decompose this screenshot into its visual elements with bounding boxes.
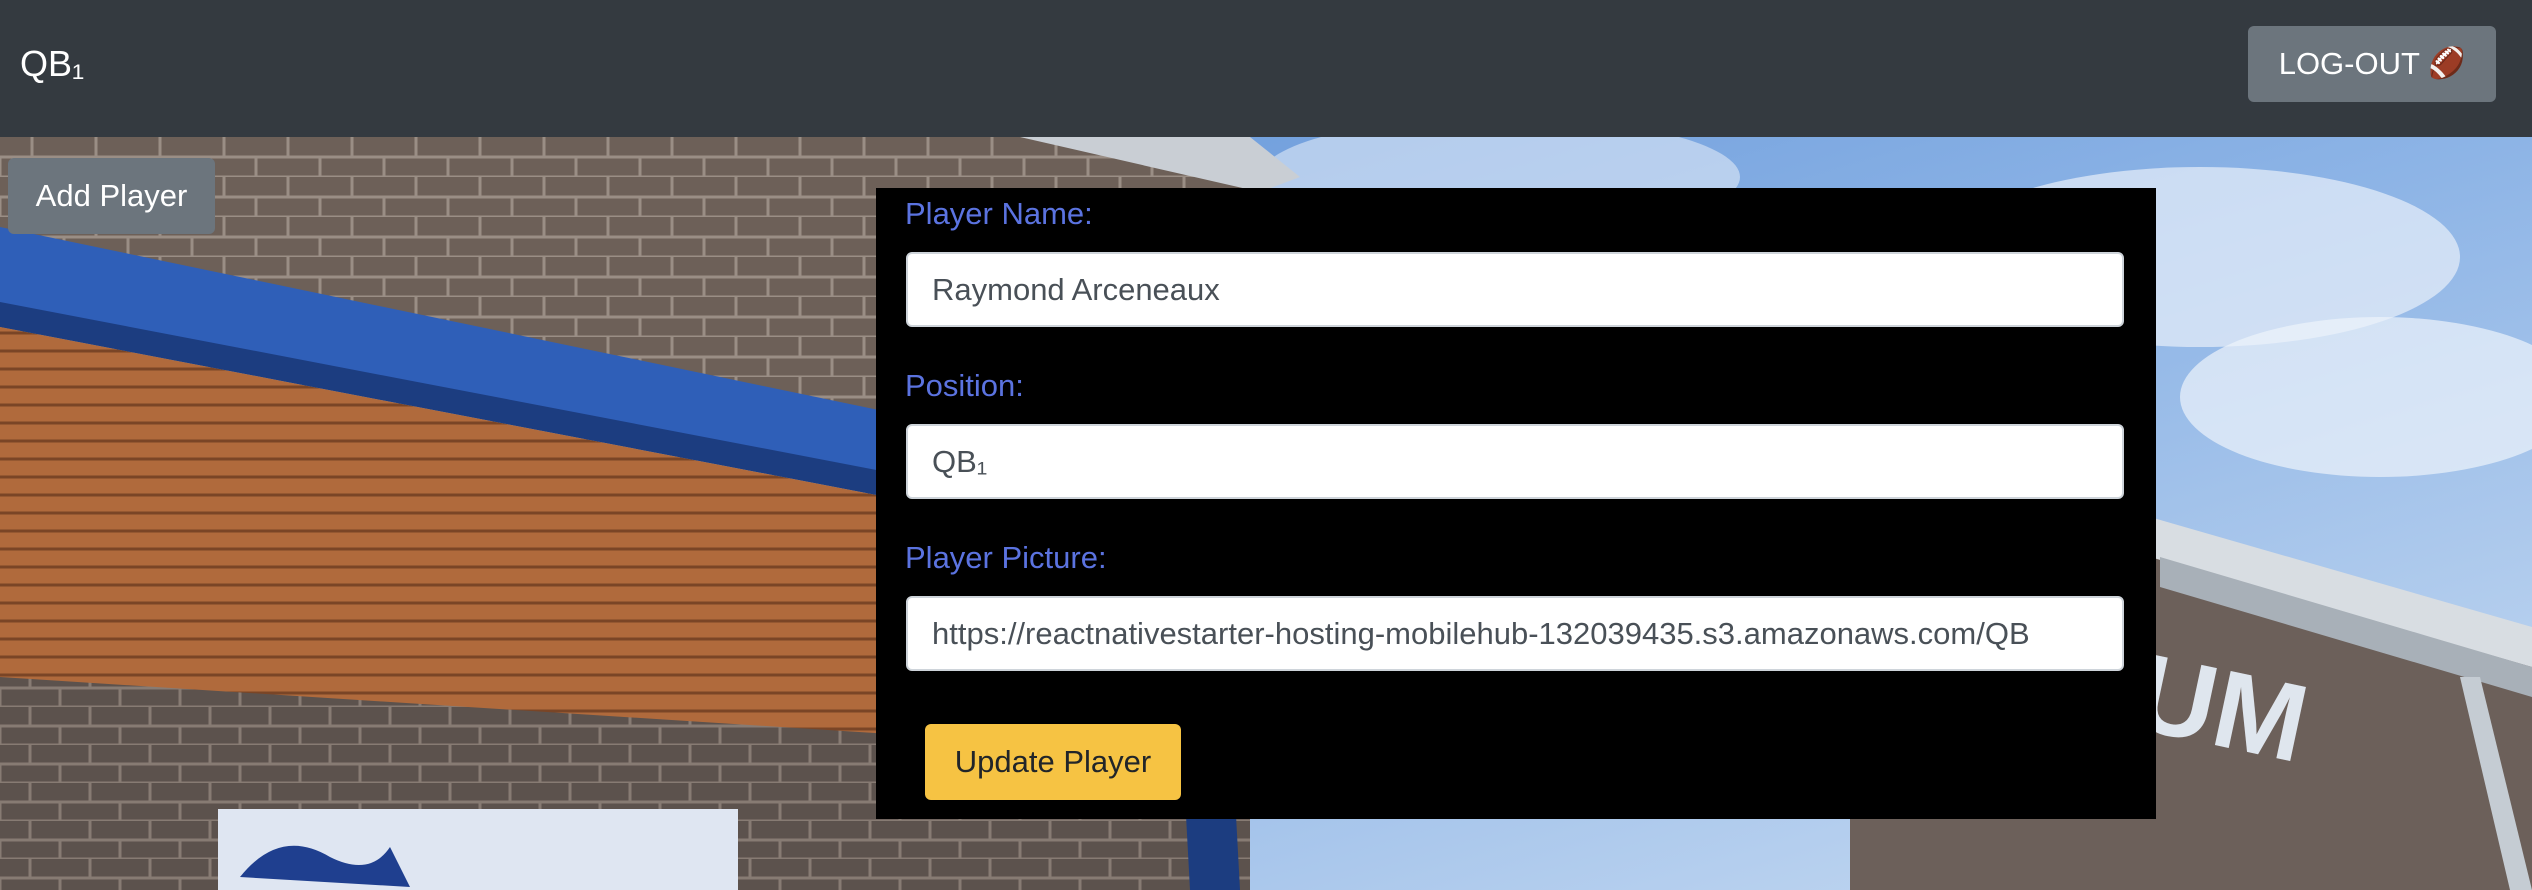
player-name-label: Player Name: xyxy=(905,196,1093,231)
player-picture-label: Player Picture: xyxy=(905,540,1107,575)
logout-label: LOG-OUT xyxy=(2278,46,2420,81)
update-player-button[interactable]: Update Player xyxy=(925,724,1181,800)
add-player-button[interactable]: Add Player xyxy=(8,158,215,234)
player-name-input[interactable] xyxy=(906,252,2124,327)
football-icon: 🏈 xyxy=(2427,47,2466,80)
player-picture-input[interactable] xyxy=(906,596,2124,671)
position-label: Position: xyxy=(905,368,1024,403)
position-input[interactable] xyxy=(906,424,2124,499)
brand-title[interactable]: QB₁ xyxy=(20,42,84,86)
top-navbar: QB₁ LOG-OUT 🏈 xyxy=(0,0,2532,137)
logout-button[interactable]: LOG-OUT 🏈 xyxy=(2248,26,2496,102)
edit-player-form: Player Name: Position: Player Picture: U… xyxy=(876,188,2156,819)
